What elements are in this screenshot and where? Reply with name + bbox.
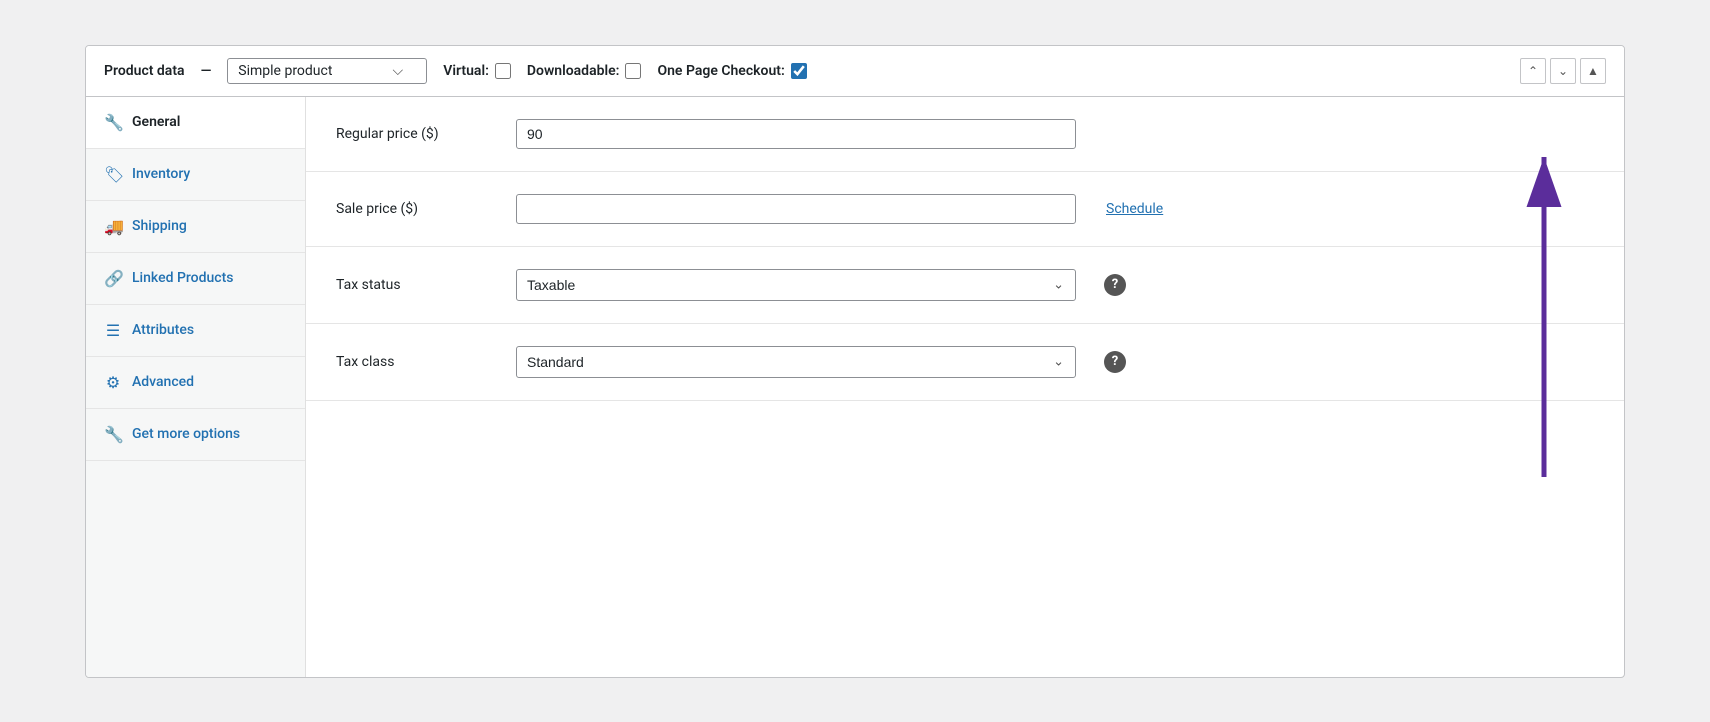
sidebar-item-get-more-options[interactable]: 🔧 Get more options: [86, 409, 305, 461]
sidebar-item-get-more-options-label: Get more options: [132, 426, 240, 442]
panel-header: Product data — Simple product ⌵ Virtual:…: [86, 46, 1624, 97]
link-icon: 🔗: [104, 269, 122, 288]
tax-status-label: Tax status: [336, 277, 496, 293]
downloadable-checkbox-group: Downloadable:: [527, 63, 642, 79]
tax-class-help-icon[interactable]: ?: [1104, 351, 1126, 373]
one-page-checkout-group: One Page Checkout:: [657, 63, 806, 79]
tax-status-select-wrapper: Taxable Shipping only None ⌄: [516, 269, 1076, 301]
tax-class-select[interactable]: Standard Reduced rate Zero rate: [516, 346, 1076, 378]
tag-icon: 🏷: [104, 165, 122, 184]
header-controls: ⌃ ⌄ ▲: [1520, 58, 1606, 84]
schedule-link[interactable]: Schedule: [1106, 201, 1163, 217]
panel-title: Product data: [104, 63, 185, 79]
wrench-icon: 🔧: [104, 113, 122, 132]
main-content: Regular price ($) Sale price ($) Schedul…: [306, 97, 1624, 677]
plugin-icon: 🔧: [104, 425, 122, 444]
sidebar-item-general[interactable]: 🔧 General: [86, 97, 305, 149]
sidebar-item-advanced-label: Advanced: [132, 374, 194, 390]
virtual-label: Virtual:: [443, 63, 489, 79]
sidebar-item-shipping[interactable]: 🚚 Shipping: [86, 201, 305, 253]
sidebar-item-shipping-label: Shipping: [132, 218, 187, 234]
sidebar-item-attributes-label: Attributes: [132, 322, 194, 338]
title-separator: —: [201, 63, 212, 79]
product-type-select[interactable]: Simple product ⌵: [227, 58, 427, 84]
product-type-label: Simple product: [238, 63, 332, 79]
gear-icon: ⚙: [104, 373, 122, 392]
list-icon: ☰: [104, 321, 122, 340]
tax-class-row: Tax class Standard Reduced rate Zero rat…: [306, 324, 1624, 401]
sale-price-input[interactable]: [516, 194, 1076, 224]
virtual-checkbox-group: Virtual:: [443, 63, 511, 79]
tax-class-select-wrapper: Standard Reduced rate Zero rate ⌄: [516, 346, 1076, 378]
regular-price-row: Regular price ($): [306, 97, 1624, 172]
tax-class-label: Tax class: [336, 354, 496, 370]
one-page-checkout-checkbox[interactable]: [791, 63, 807, 79]
sidebar-item-general-label: General: [132, 114, 180, 130]
move-up-button[interactable]: ▲: [1580, 58, 1606, 84]
collapse-down-button[interactable]: ⌄: [1550, 58, 1576, 84]
sale-price-label: Sale price ($): [336, 201, 496, 217]
tax-status-help-icon[interactable]: ?: [1104, 274, 1126, 296]
sale-price-row: Sale price ($) Schedule: [306, 172, 1624, 247]
collapse-up-button[interactable]: ⌃: [1520, 58, 1546, 84]
sidebar-item-attributes[interactable]: ☰ Attributes: [86, 305, 305, 357]
sidebar-item-advanced[interactable]: ⚙ Advanced: [86, 357, 305, 409]
truck-icon: 🚚: [104, 217, 122, 236]
sidebar-item-linked-products[interactable]: 🔗 Linked Products: [86, 253, 305, 305]
sidebar-item-inventory-label: Inventory: [132, 166, 190, 182]
downloadable-checkbox[interactable]: [625, 63, 641, 79]
virtual-checkbox[interactable]: [495, 63, 511, 79]
one-page-checkout-label: One Page Checkout:: [657, 63, 784, 79]
regular-price-label: Regular price ($): [336, 126, 496, 142]
tax-status-row: Tax status Taxable Shipping only None ⌄ …: [306, 247, 1624, 324]
product-type-chevron-icon: ⌵: [392, 63, 403, 79]
regular-price-input[interactable]: [516, 119, 1076, 149]
panel-body: 🔧 General 🏷 Inventory 🚚 Shipping 🔗 Linke…: [86, 97, 1624, 677]
sidebar-item-inventory[interactable]: 🏷 Inventory: [86, 149, 305, 201]
product-data-panel: Product data — Simple product ⌵ Virtual:…: [85, 45, 1625, 678]
downloadable-label: Downloadable:: [527, 63, 620, 79]
sidebar: 🔧 General 🏷 Inventory 🚚 Shipping 🔗 Linke…: [86, 97, 306, 677]
tax-status-select[interactable]: Taxable Shipping only None: [516, 269, 1076, 301]
sidebar-item-linked-products-label: Linked Products: [132, 270, 233, 286]
